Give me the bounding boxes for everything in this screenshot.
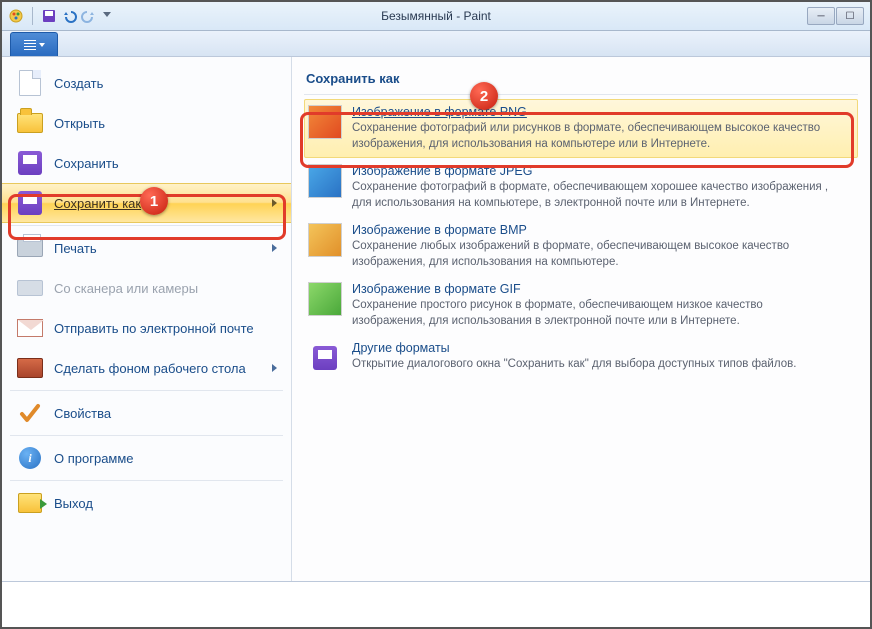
title-bar: Безымянный - Paint ─ ☐ — [2, 2, 870, 31]
menu-label: Свойства — [54, 406, 277, 421]
menu-print[interactable]: Печать — [2, 228, 291, 268]
file-menu: Создать Открыть Сохранить Сохранить как … — [2, 57, 870, 582]
format-title: Изображение в формате BMP — [352, 223, 832, 237]
menu-set-desktop-bg[interactable]: Сделать фоном рабочего стола — [2, 348, 291, 388]
window-title: Безымянный - Paint — [381, 9, 491, 23]
qat-undo-icon[interactable] — [61, 8, 77, 24]
separator — [10, 435, 283, 436]
email-icon — [16, 314, 44, 342]
separator — [10, 480, 283, 481]
submenu-arrow-icon — [272, 199, 277, 207]
separator — [32, 7, 33, 25]
save-as-submenu: Сохранить как Изображение в формате PNG … — [292, 57, 870, 581]
print-icon — [16, 234, 44, 262]
submenu-arrow-icon — [272, 364, 277, 372]
info-icon: i — [16, 444, 44, 472]
scanner-icon — [16, 274, 44, 302]
menu-label: Открыть — [54, 116, 277, 131]
menu-label: Сделать фоном рабочего стола — [54, 361, 272, 376]
format-png[interactable]: Изображение в формате PNG Сохранение фот… — [304, 99, 858, 158]
desktop-bg-icon — [16, 354, 44, 382]
format-title: Другие форматы — [352, 341, 796, 355]
menu-about[interactable]: i О программе — [2, 438, 291, 478]
exit-icon — [16, 489, 44, 517]
menu-label: Создать — [54, 76, 277, 91]
menu-new[interactable]: Создать — [2, 63, 291, 103]
menu-from-scanner: Со сканера или камеры — [2, 268, 291, 308]
format-gif[interactable]: Изображение в формате GIF Сохранение про… — [304, 276, 858, 335]
file-menu-left: Создать Открыть Сохранить Сохранить как … — [2, 57, 292, 581]
format-other[interactable]: Другие форматы Открытие диалогового окна… — [304, 335, 858, 381]
save-as-icon — [16, 189, 44, 217]
chevron-down-icon — [39, 43, 45, 47]
menu-properties[interactable]: Свойства — [2, 393, 291, 433]
menu-label: Печать — [54, 241, 272, 256]
menu-save[interactable]: Сохранить — [2, 143, 291, 183]
format-desc: Сохранение фотографий в формате, обеспеч… — [352, 180, 832, 211]
separator — [304, 94, 858, 95]
gif-icon — [308, 282, 342, 316]
submenu-arrow-icon — [272, 244, 277, 252]
minimize-button[interactable]: ─ — [807, 7, 835, 25]
properties-icon — [16, 399, 44, 427]
jpeg-icon — [308, 164, 342, 198]
file-menu-icon — [24, 40, 36, 50]
save-icon — [16, 149, 44, 177]
qat-save-icon[interactable] — [41, 8, 57, 24]
submenu-header: Сохранить как — [304, 67, 858, 94]
png-icon — [308, 105, 342, 139]
format-desc: Открытие диалогового окна "Сохранить как… — [352, 357, 796, 373]
format-desc: Сохранение любых изображений в формате, … — [352, 239, 832, 270]
bmp-icon — [308, 223, 342, 257]
format-title: Изображение в формате PNG — [352, 105, 832, 119]
format-title: Изображение в формате GIF — [352, 282, 832, 296]
menu-label: Сохранить — [54, 156, 277, 171]
menu-exit[interactable]: Выход — [2, 483, 291, 523]
annotation-badge-1: 1 — [140, 187, 168, 215]
qat-customize-dropdown[interactable] — [103, 12, 111, 20]
paint-window: Безымянный - Paint ─ ☐ Создать Открыть С… — [0, 0, 872, 629]
new-icon — [16, 69, 44, 97]
menu-label: Отправить по электронной почте — [54, 321, 277, 336]
qat-redo-icon[interactable] — [81, 8, 97, 24]
format-desc: Сохранение простого рисунок в формате, о… — [352, 298, 832, 329]
format-title: Изображение в формате JPEG — [352, 164, 832, 178]
menu-open[interactable]: Открыть — [2, 103, 291, 143]
annotation-badge-2: 2 — [470, 82, 498, 110]
file-tab[interactable] — [10, 32, 58, 56]
separator — [10, 390, 283, 391]
menu-label: Со сканера или камеры — [54, 281, 277, 296]
menu-label: О программе — [54, 451, 277, 466]
format-jpeg[interactable]: Изображение в формате JPEG Сохранение фо… — [304, 158, 858, 217]
menu-send-email[interactable]: Отправить по электронной почте — [2, 308, 291, 348]
format-desc: Сохранение фотографий или рисунков в фор… — [352, 121, 832, 152]
menu-label: Выход — [54, 496, 277, 511]
maximize-button[interactable]: ☐ — [836, 7, 864, 25]
other-formats-icon — [308, 341, 342, 375]
quick-access-toolbar — [8, 7, 111, 25]
open-icon — [16, 109, 44, 137]
ribbon-strip — [2, 31, 870, 57]
separator — [10, 225, 283, 226]
app-icon — [8, 8, 24, 24]
format-bmp[interactable]: Изображение в формате BMP Сохранение люб… — [304, 217, 858, 276]
